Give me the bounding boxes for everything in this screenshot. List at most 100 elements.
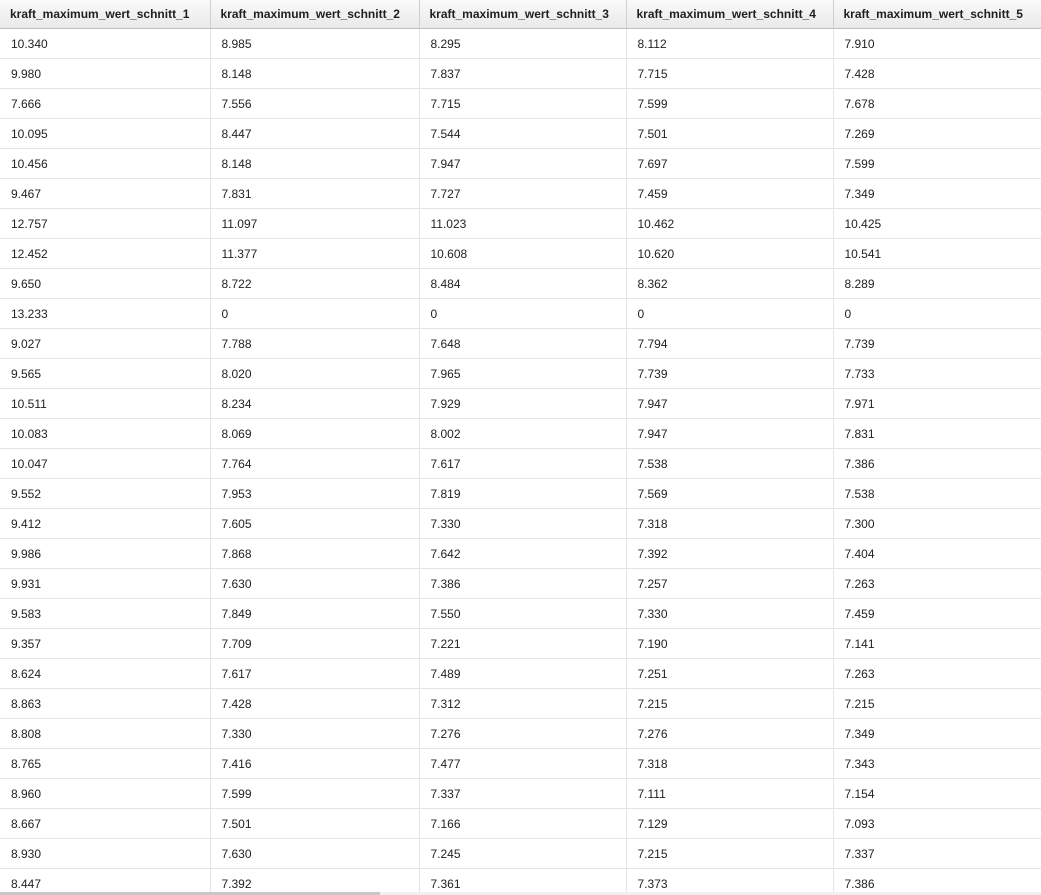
table-cell[interactable]: 7.501 [626, 118, 834, 149]
table-cell[interactable]: 11.023 [419, 208, 627, 239]
table-cell[interactable]: 7.257 [626, 568, 834, 599]
column-header[interactable]: kraft_maximum_wert_schnitt_3 [419, 0, 627, 29]
table-row[interactable]: 13.233 0 0 0 0 [0, 298, 1041, 329]
table-cell[interactable]: 7.617 [210, 658, 420, 689]
table-row[interactable]: 8.765 7.416 7.477 7.318 7.343 [0, 748, 1041, 779]
table-cell[interactable]: 0 [626, 298, 834, 329]
table-cell[interactable]: 8.624 [0, 658, 211, 689]
table-cell[interactable]: 9.467 [0, 178, 211, 209]
table-cell[interactable]: 7.337 [419, 778, 627, 809]
column-header[interactable]: kraft_maximum_wert_schnitt_1 [0, 0, 211, 29]
table-cell[interactable]: 7.739 [626, 358, 834, 389]
table-cell[interactable]: 7.111 [626, 778, 834, 809]
table-row[interactable]: 9.565 8.020 7.965 7.739 7.733 [0, 358, 1041, 389]
table-cell[interactable]: 7.263 [833, 658, 1041, 689]
table-cell[interactable]: 8.667 [0, 808, 211, 839]
table-cell[interactable]: 8.484 [419, 268, 627, 299]
table-cell[interactable]: 7.330 [419, 508, 627, 539]
table-cell[interactable]: 7.947 [626, 418, 834, 449]
table-cell[interactable]: 9.980 [0, 58, 211, 89]
table-row[interactable]: 10.456 8.148 7.947 7.697 7.599 [0, 148, 1041, 179]
table-cell[interactable]: 7.831 [833, 418, 1041, 449]
table-cell[interactable]: 7.318 [626, 748, 834, 779]
table-cell[interactable]: 7.617 [419, 448, 627, 479]
table-cell[interactable]: 12.757 [0, 208, 211, 239]
table-cell[interactable]: 7.831 [210, 178, 420, 209]
table-cell[interactable]: 9.357 [0, 628, 211, 659]
table-cell[interactable]: 7.788 [210, 328, 420, 359]
table-cell[interactable]: 10.456 [0, 148, 211, 179]
table-cell[interactable]: 7.642 [419, 538, 627, 569]
table-cell[interactable]: 7.154 [833, 778, 1041, 809]
table-cell[interactable]: 8.930 [0, 838, 211, 869]
table-cell[interactable]: 7.733 [833, 358, 1041, 389]
table-cell[interactable]: 7.489 [419, 658, 627, 689]
table-row[interactable]: 8.863 7.428 7.312 7.215 7.215 [0, 688, 1041, 719]
table-cell[interactable]: 7.599 [833, 148, 1041, 179]
table-cell[interactable]: 7.501 [210, 808, 420, 839]
table-cell[interactable]: 8.765 [0, 748, 211, 779]
table-cell[interactable]: 7.709 [210, 628, 420, 659]
table-cell[interactable]: 7.459 [833, 598, 1041, 629]
table-cell[interactable]: 10.095 [0, 118, 211, 149]
table-cell[interactable]: 7.263 [833, 568, 1041, 599]
table-cell[interactable]: 7.965 [419, 358, 627, 389]
table-cell[interactable]: 7.215 [626, 838, 834, 869]
table-cell[interactable]: 7.343 [833, 748, 1041, 779]
table-cell[interactable]: 8.148 [210, 148, 420, 179]
table-row[interactable]: 8.930 7.630 7.245 7.215 7.337 [0, 838, 1041, 869]
table-cell[interactable]: 7.392 [626, 538, 834, 569]
table-cell[interactable]: 7.678 [833, 88, 1041, 119]
table-cell[interactable]: 12.452 [0, 238, 211, 269]
table-cell[interactable]: 7.300 [833, 508, 1041, 539]
column-header[interactable]: kraft_maximum_wert_schnitt_5 [833, 0, 1041, 29]
table-row[interactable]: 9.027 7.788 7.648 7.794 7.739 [0, 328, 1041, 359]
table-cell[interactable]: 8.808 [0, 718, 211, 749]
table-row[interactable]: 7.666 7.556 7.715 7.599 7.678 [0, 88, 1041, 119]
table-cell[interactable]: 7.337 [833, 838, 1041, 869]
table-cell[interactable]: 7.215 [833, 688, 1041, 719]
table-cell[interactable]: 7.868 [210, 538, 420, 569]
table-row[interactable]: 9.357 7.709 7.221 7.190 7.141 [0, 628, 1041, 659]
table-cell[interactable]: 7.727 [419, 178, 627, 209]
table-cell[interactable]: 7.739 [833, 328, 1041, 359]
table-row[interactable]: 8.808 7.330 7.276 7.276 7.349 [0, 718, 1041, 749]
table-cell[interactable]: 9.552 [0, 478, 211, 509]
table-row[interactable]: 12.452 11.377 10.608 10.620 10.541 [0, 238, 1041, 269]
table-cell[interactable]: 13.233 [0, 298, 211, 329]
table-cell[interactable]: 8.722 [210, 268, 420, 299]
table-cell[interactable]: 7.630 [210, 838, 420, 869]
table-cell[interactable]: 7.538 [833, 478, 1041, 509]
table-cell[interactable]: 7.599 [626, 88, 834, 119]
table-cell[interactable]: 10.511 [0, 388, 211, 419]
table-row[interactable]: 9.467 7.831 7.727 7.459 7.349 [0, 178, 1041, 209]
table-cell[interactable]: 10.608 [419, 238, 627, 269]
table-row[interactable]: 8.667 7.501 7.166 7.129 7.093 [0, 808, 1041, 839]
table-row[interactable]: 10.511 8.234 7.929 7.947 7.971 [0, 388, 1041, 419]
table-row[interactable]: 9.931 7.630 7.386 7.257 7.263 [0, 568, 1041, 599]
table-cell[interactable]: 10.425 [833, 208, 1041, 239]
table-cell[interactable]: 7.318 [626, 508, 834, 539]
table-cell[interactable]: 7.269 [833, 118, 1041, 149]
table-cell[interactable]: 10.083 [0, 418, 211, 449]
table-cell[interactable]: 7.715 [419, 88, 627, 119]
table-cell[interactable]: 8.234 [210, 388, 420, 419]
table-row[interactable]: 9.412 7.605 7.330 7.318 7.300 [0, 508, 1041, 539]
table-row[interactable]: 10.083 8.069 8.002 7.947 7.831 [0, 418, 1041, 449]
column-header[interactable]: kraft_maximum_wert_schnitt_2 [210, 0, 420, 29]
table-row[interactable]: 9.583 7.849 7.550 7.330 7.459 [0, 598, 1041, 629]
table-cell[interactable]: 7.190 [626, 628, 834, 659]
table-cell[interactable]: 7.141 [833, 628, 1041, 659]
table-row[interactable]: 9.986 7.868 7.642 7.392 7.404 [0, 538, 1041, 569]
table-cell[interactable]: 7.538 [626, 448, 834, 479]
table-cell[interactable]: 7.312 [419, 688, 627, 719]
table-cell[interactable]: 7.666 [0, 88, 211, 119]
table-cell[interactable]: 7.276 [626, 718, 834, 749]
table-cell[interactable]: 7.953 [210, 478, 420, 509]
table-cell[interactable]: 7.459 [626, 178, 834, 209]
table-cell[interactable]: 9.583 [0, 598, 211, 629]
table-cell[interactable]: 8.069 [210, 418, 420, 449]
table-cell[interactable]: 7.221 [419, 628, 627, 659]
table-cell[interactable]: 7.794 [626, 328, 834, 359]
table-cell[interactable]: 7.416 [210, 748, 420, 779]
